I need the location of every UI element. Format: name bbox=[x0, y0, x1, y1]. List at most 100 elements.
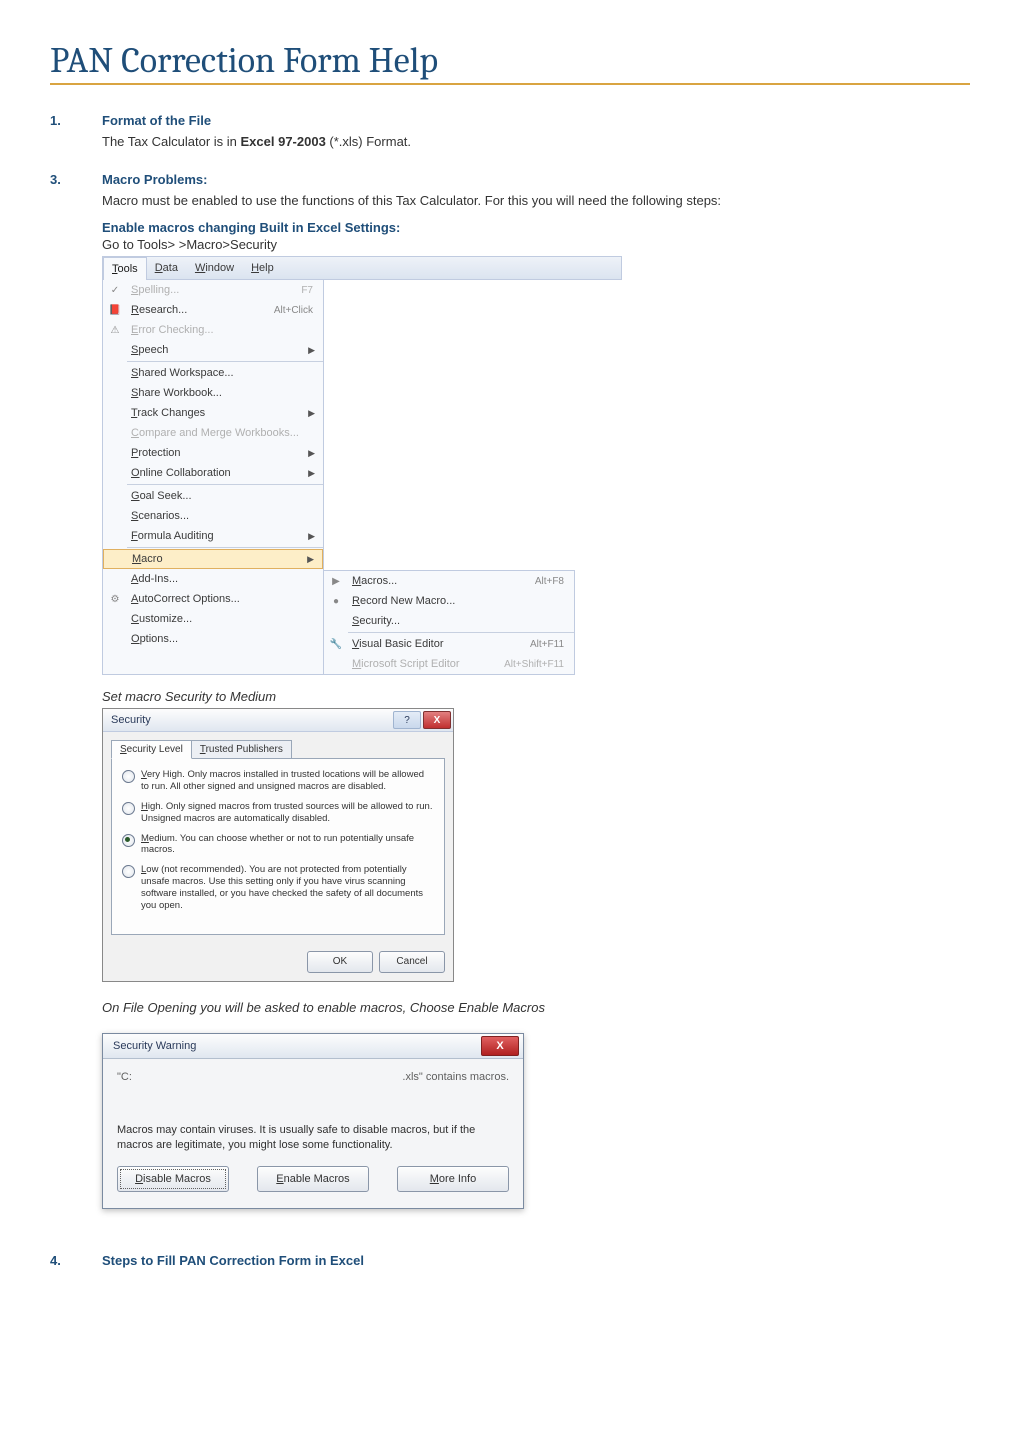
menu-item[interactable]: Scenarios... bbox=[103, 506, 323, 526]
submenu-item-label: Macros... bbox=[348, 575, 535, 587]
menu-item-label: Scenarios... bbox=[127, 510, 319, 522]
tab-trusted-publishers[interactable]: Trusted Publishers bbox=[191, 740, 292, 759]
submenu-item-shortcut: Alt+F11 bbox=[530, 639, 570, 650]
menu-item[interactable]: Customize... bbox=[103, 609, 323, 629]
section-1-heading: Format of the File bbox=[102, 113, 970, 128]
dialog-close-icon[interactable]: X bbox=[423, 711, 451, 729]
security-dialog-title: Security bbox=[111, 714, 151, 726]
submenu-item: Microsoft Script EditorAlt+Shift+F11 bbox=[324, 654, 574, 674]
menu-item[interactable]: 📕Research...Alt+Click bbox=[103, 300, 323, 320]
menu-item[interactable]: Online Collaboration▶ bbox=[103, 463, 323, 483]
security-level-option[interactable]: Low (not recommended). You are not prote… bbox=[122, 864, 434, 912]
menu-item-label: Track Changes bbox=[127, 407, 308, 419]
menu-item-label: AutoCorrect Options... bbox=[127, 593, 319, 605]
menu-item-label: Online Collaboration bbox=[127, 467, 308, 479]
menubar-tab-tools[interactable]: Tools bbox=[103, 257, 147, 280]
menu-item-label: Customize... bbox=[127, 613, 319, 625]
submenu-item-label: Security... bbox=[348, 615, 570, 627]
menu-item[interactable]: Add-Ins... bbox=[103, 569, 323, 589]
goto-tools-text: Go to Tools> >Macro>Security bbox=[102, 237, 970, 252]
radio-icon bbox=[122, 865, 135, 878]
section-1-body-suffix: (*.xls) Format. bbox=[326, 134, 411, 149]
security-warning-screenshot: Security Warning X "C: .xls" contains ma… bbox=[102, 1033, 970, 1210]
security-warning-dialog: Security Warning X "C: .xls" contains ma… bbox=[102, 1033, 524, 1210]
section-1-body-bold: Excel 97-2003 bbox=[241, 134, 326, 149]
menu-item[interactable]: Share Workbook... bbox=[103, 383, 323, 403]
enable-macros-heading: Enable macros changing Built in Excel Se… bbox=[102, 220, 970, 235]
warning-close-icon[interactable]: X bbox=[481, 1036, 519, 1056]
submenu-arrow-icon: ▶ bbox=[308, 448, 319, 459]
menu-item[interactable]: Options... bbox=[103, 629, 323, 649]
tools-menu-screenshot: Tools Data Window Help ✓Spelling...F7📕Re… bbox=[102, 256, 970, 675]
menu-item[interactable]: Macro▶ bbox=[103, 549, 323, 569]
submenu-item-shortcut: Alt+F8 bbox=[535, 576, 570, 587]
submenu-item[interactable]: Security... bbox=[324, 611, 574, 631]
radio-icon bbox=[122, 770, 135, 783]
enable-macros-button[interactable]: Enable Macros bbox=[257, 1166, 369, 1192]
menu-item-icon: 📕 bbox=[103, 305, 127, 316]
menu-item[interactable]: Protection▶ bbox=[103, 443, 323, 463]
security-level-option[interactable]: Very High. Only macros installed in trus… bbox=[122, 769, 434, 793]
menubar-tab-data[interactable]: Data bbox=[147, 257, 187, 279]
menu-item-shortcut: Alt+Click bbox=[274, 305, 319, 316]
enable-macros-label: nable Macros bbox=[284, 1173, 350, 1185]
section-4: 4. Steps to Fill PAN Correction Form in … bbox=[50, 1253, 970, 1272]
menu-item-shortcut: F7 bbox=[301, 285, 319, 296]
security-level-options: Very High. Only macros installed in trus… bbox=[111, 758, 445, 935]
menu-item-label: Error Checking... bbox=[127, 324, 319, 336]
menu-item-label: Speech bbox=[127, 344, 308, 356]
page-title: PAN Correction Form Help bbox=[50, 40, 970, 81]
menu-item: Compare and Merge Workbooks... bbox=[103, 423, 323, 443]
menu-item-label: Options... bbox=[127, 633, 319, 645]
submenu-item-icon: 🔧 bbox=[324, 639, 348, 650]
tab-security-level[interactable]: Security Level bbox=[111, 740, 192, 759]
menu-item[interactable]: Track Changes▶ bbox=[103, 403, 323, 423]
menu-item-label: Research... bbox=[127, 304, 274, 316]
security-option-label: High. Only signed macros from trusted so… bbox=[141, 801, 434, 825]
menubar-tab-window[interactable]: Window bbox=[187, 257, 243, 279]
dialog-help-icon[interactable]: ? bbox=[393, 711, 421, 729]
menu-item[interactable]: Speech▶ bbox=[103, 340, 323, 360]
security-level-option[interactable]: Medium. You can choose whether or not to… bbox=[122, 833, 434, 857]
security-dialog-screenshot: Security ? X Security Level Trusted Publ… bbox=[102, 708, 970, 982]
menu-item[interactable]: Goal Seek... bbox=[103, 486, 323, 506]
security-warning-title: Security Warning bbox=[113, 1040, 196, 1052]
menubar-tab-help[interactable]: Help bbox=[243, 257, 283, 279]
security-level-option[interactable]: High. Only signed macros from trusted so… bbox=[122, 801, 434, 825]
submenu-item-icon: ▶ bbox=[324, 576, 348, 587]
section-1-body: The Tax Calculator is in Excel 97-2003 (… bbox=[102, 132, 970, 152]
menubar: Tools Data Window Help bbox=[102, 256, 622, 280]
menu-separator bbox=[348, 632, 574, 633]
menu-item[interactable]: Formula Auditing▶ bbox=[103, 526, 323, 546]
radio-icon bbox=[122, 802, 135, 815]
disable-macros-button[interactable]: Disable Macros bbox=[117, 1166, 229, 1192]
section-1: 1. Format of the File The Tax Calculator… bbox=[50, 113, 970, 158]
warning-path-suffix: .xls" contains macros. bbox=[402, 1071, 509, 1083]
section-3-body: Macro must be enabled to use the functio… bbox=[102, 191, 970, 211]
menu-separator bbox=[127, 361, 323, 362]
submenu-arrow-icon: ▶ bbox=[308, 408, 319, 419]
menu-item[interactable]: ⚙AutoCorrect Options... bbox=[103, 589, 323, 609]
more-info-button[interactable]: More Info bbox=[397, 1166, 509, 1192]
cancel-button[interactable]: Cancel bbox=[379, 951, 445, 973]
warning-message: Macros may contain viruses. It is usuall… bbox=[117, 1123, 509, 1153]
menu-item: ✓Spelling...F7 bbox=[103, 280, 323, 300]
menu-item-icon: ⚠ bbox=[103, 325, 127, 336]
menu-item[interactable]: Shared Workspace... bbox=[103, 363, 323, 383]
menu-item-label: Add-Ins... bbox=[127, 573, 319, 585]
security-option-label: Very High. Only macros installed in trus… bbox=[141, 769, 434, 793]
submenu-item[interactable]: ▶Macros...Alt+F8 bbox=[324, 571, 574, 591]
submenu-item[interactable]: ●Record New Macro... bbox=[324, 591, 574, 611]
section-1-num: 1. bbox=[50, 113, 102, 158]
warning-path: "C: bbox=[117, 1071, 132, 1083]
submenu-item[interactable]: 🔧Visual Basic EditorAlt+F11 bbox=[324, 634, 574, 654]
macro-submenu-panel: ▶Macros...Alt+F8●Record New Macro...Secu… bbox=[323, 570, 575, 675]
disable-macros-label: isable Macros bbox=[143, 1173, 211, 1185]
security-dialog: Security ? X Security Level Trusted Publ… bbox=[102, 708, 454, 982]
menu-item-label: Spelling... bbox=[127, 284, 301, 296]
submenu-arrow-icon: ▶ bbox=[308, 345, 319, 356]
submenu-item-icon: ● bbox=[324, 596, 348, 607]
more-info-label: ore Info bbox=[439, 1173, 476, 1185]
ok-button[interactable]: OK bbox=[307, 951, 373, 973]
submenu-arrow-icon: ▶ bbox=[307, 554, 318, 565]
